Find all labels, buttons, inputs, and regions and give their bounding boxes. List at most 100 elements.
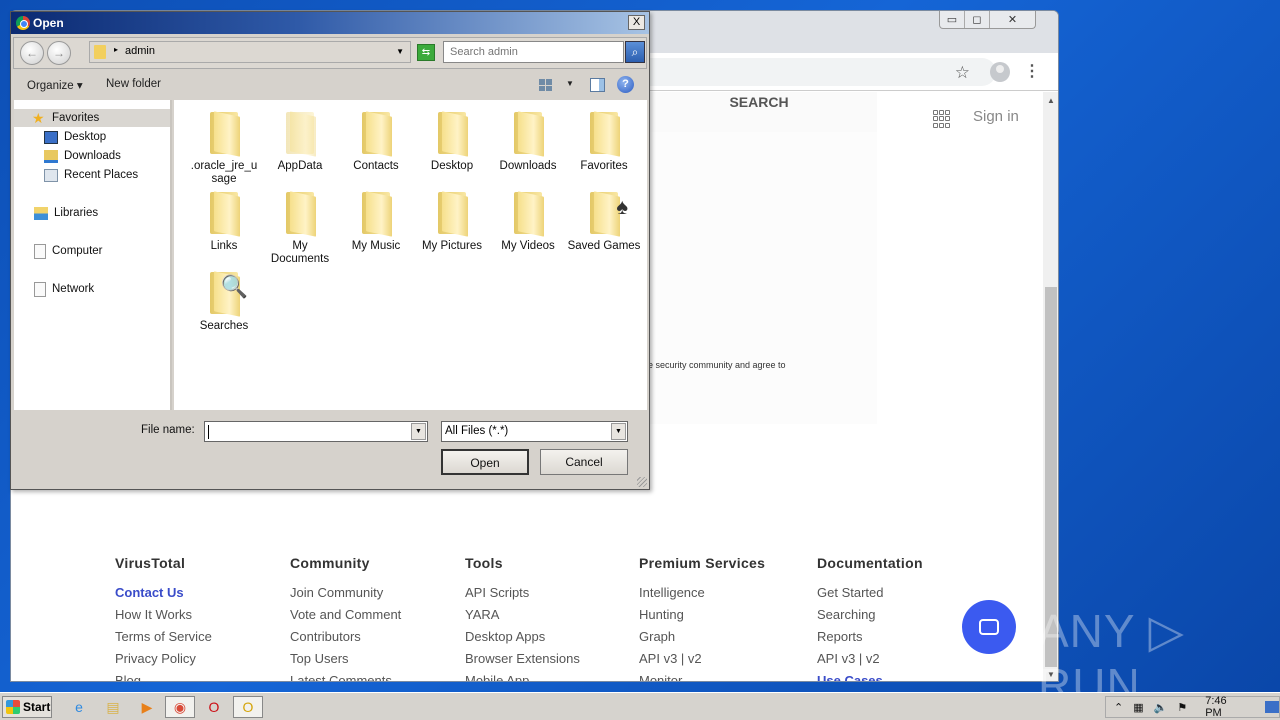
file-item[interactable]: Downloads <box>490 102 566 173</box>
address-dropdown-icon[interactable]: ▼ <box>396 47 404 56</box>
tab-search[interactable]: SEARCH <box>641 92 877 132</box>
nav-item-recent-places[interactable]: Recent Places <box>14 166 170 184</box>
footer-link[interactable]: Contributors <box>290 629 401 645</box>
file-item[interactable]: 🔍 Searches <box>186 262 262 333</box>
footer-link[interactable]: Use Cases <box>817 673 923 681</box>
profile-avatar-icon[interactable] <box>990 62 1010 82</box>
media-player-icon[interactable]: ▶ <box>132 696 162 718</box>
forward-arrow-icon[interactable]: → <box>47 41 71 65</box>
tray-expand-icon[interactable]: ⌃ <box>1114 701 1123 714</box>
minimize-button[interactable]: ▭ <box>940 11 965 28</box>
file-item[interactable]: Favorites <box>566 102 642 173</box>
footer-link[interactable]: Browser Extensions <box>465 651 580 667</box>
nav-item-label: Computer <box>52 245 103 257</box>
bookmark-star-icon[interactable]: ☆ <box>955 63 970 83</box>
apps-grid-icon[interactable] <box>933 110 951 128</box>
footer-link[interactable]: Monitor <box>639 673 765 681</box>
clock[interactable]: 7:46 PM <box>1205 695 1245 719</box>
new-folder-button[interactable]: New folder <box>106 78 161 90</box>
action-center-flag-icon[interactable]: ⚑ <box>1177 701 1187 714</box>
footer-link[interactable]: Intelligence <box>639 585 765 601</box>
footer-link[interactable]: Desktop Apps <box>465 629 580 645</box>
footer-link[interactable]: Top Users <box>290 651 401 667</box>
footer-link[interactable]: How It Works <box>115 607 212 623</box>
scroll-up-arrow-icon[interactable]: ▲ <box>1043 96 1058 105</box>
footer-link[interactable]: Join Community <box>290 585 401 601</box>
footer-link[interactable]: Hunting <box>639 607 765 623</box>
file-item[interactable]: .oracle_jre_u sage <box>186 102 262 186</box>
file-item[interactable]: My Documents <box>262 182 338 266</box>
footer-link[interactable]: Graph <box>639 629 765 645</box>
breadcrumb-current[interactable]: admin <box>125 45 155 57</box>
footer-link[interactable]: Get Started <box>817 585 923 601</box>
dialog-close-button[interactable]: X <box>628 15 645 30</box>
nav-item-network[interactable]: Network <box>14 280 170 298</box>
search-input[interactable] <box>443 41 624 63</box>
file-explorer-icon[interactable]: ▤ <box>98 696 128 718</box>
file-name-dropdown-icon[interactable]: ▼ <box>411 423 426 440</box>
chrome-taskbar-icon[interactable]: ◉ <box>165 696 195 718</box>
footer-link[interactable]: API Scripts <box>465 585 580 601</box>
nav-item-downloads[interactable]: Downloads <box>14 147 170 165</box>
address-breadcrumb[interactable]: ▸ admin ▼ <box>89 41 411 63</box>
file-item[interactable]: Contacts <box>338 102 414 173</box>
help-icon[interactable]: ? <box>617 76 634 93</box>
footer-link[interactable]: Blog <box>115 673 212 681</box>
nav-item-computer[interactable]: Computer <box>14 242 170 260</box>
file-item-label: Desktop <box>430 160 474 172</box>
file-item-label: My Music <box>351 240 401 252</box>
show-desktop-icon[interactable] <box>1265 701 1279 713</box>
menu-kebab-icon[interactable]: ⋮ <box>1024 61 1040 81</box>
view-dropdown-icon[interactable]: ▼ <box>566 79 574 88</box>
footer-link[interactable]: API v3 | v2 <box>817 651 923 667</box>
nav-item-libraries[interactable]: Libraries <box>14 204 170 222</box>
footer-link[interactable]: Privacy Policy <box>115 651 212 667</box>
nav-item-favorites[interactable]: ★ Favorites <box>14 109 170 127</box>
opera-icon[interactable]: O <box>199 696 229 718</box>
consent-text: e security community and agree to <box>648 360 786 370</box>
chat-button[interactable] <box>962 600 1016 654</box>
footer-link[interactable]: Terms of Service <box>115 629 212 645</box>
file-item[interactable]: Links <box>186 182 262 253</box>
footer-link[interactable]: Vote and Comment <box>290 607 401 623</box>
file-name-input[interactable]: ▼ <box>204 421 428 442</box>
volume-icon[interactable]: 🔈 <box>1154 701 1168 714</box>
file-item[interactable]: My Pictures <box>414 182 490 253</box>
restore-button[interactable]: ◻ <box>965 11 990 28</box>
open-button[interactable]: Open <box>441 449 529 475</box>
outlook-app-icon[interactable]: O <box>233 696 263 718</box>
search-icon[interactable]: ⌕ <box>625 41 645 63</box>
folder-icon <box>206 190 242 237</box>
file-item-label: My Pictures <box>421 240 483 252</box>
organize-button[interactable]: Organize ▾ <box>27 78 83 92</box>
file-item[interactable]: My Music <box>338 182 414 253</box>
file-type-dropdown-icon[interactable]: ▼ <box>611 423 626 440</box>
footer-link[interactable]: YARA <box>465 607 580 623</box>
breadcrumb-arrow-icon[interactable]: ▸ <box>114 45 118 54</box>
cancel-button[interactable]: Cancel <box>540 449 628 475</box>
resize-grip[interactable] <box>637 477 647 487</box>
network-status-icon[interactable]: ▦ <box>1133 701 1143 714</box>
file-item[interactable]: AppData <box>262 102 338 173</box>
footer-link[interactable]: Latest Comments <box>290 673 401 681</box>
footer-link[interactable]: Searching <box>817 607 923 623</box>
footer-link[interactable]: Reports <box>817 629 923 645</box>
file-item[interactable]: ♠ Saved Games <box>566 182 642 253</box>
footer-link[interactable]: Mobile App <box>465 673 580 681</box>
back-arrow-icon[interactable]: ← <box>20 41 44 65</box>
footer-link[interactable]: API v3 | v2 <box>639 651 765 667</box>
file-type-select[interactable]: All Files (*.*) ▼ <box>441 421 628 442</box>
start-button[interactable]: Start <box>2 696 52 718</box>
file-item[interactable]: My Videos <box>490 182 566 253</box>
nav-item-desktop[interactable]: Desktop <box>14 128 170 146</box>
folder-icon: ♠ <box>586 190 628 237</box>
internet-explorer-icon[interactable]: e <box>64 696 94 718</box>
sign-in-link[interactable]: Sign in <box>973 108 1019 125</box>
preview-pane-icon[interactable] <box>590 78 605 92</box>
change-view-icon[interactable] <box>539 79 552 91</box>
close-button[interactable]: ✕ <box>990 11 1035 28</box>
refresh-icon[interactable]: ⇆ <box>417 44 435 61</box>
page-scrollbar[interactable]: ▲ ▼ <box>1043 92 1058 681</box>
file-item[interactable]: Desktop <box>414 102 490 173</box>
footer-link[interactable]: Contact Us <box>115 585 212 601</box>
